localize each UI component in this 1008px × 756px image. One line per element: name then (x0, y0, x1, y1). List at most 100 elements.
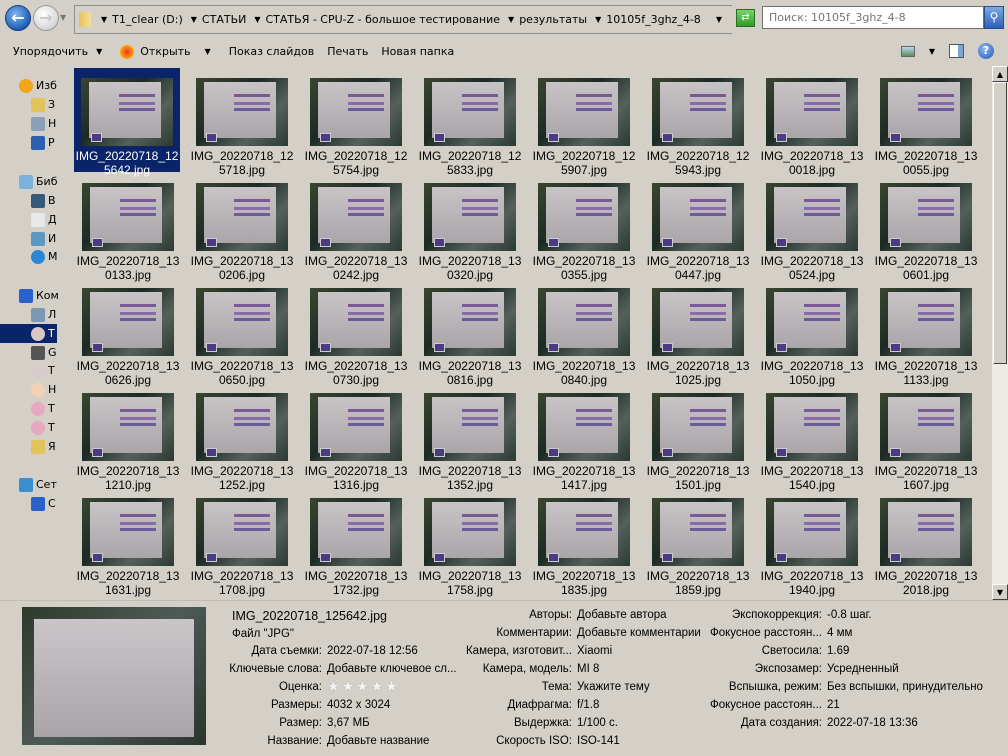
search-icon[interactable]: ⚲ (984, 6, 1004, 29)
property-value[interactable]: 1.69 (827, 645, 849, 657)
breadcrumb-item[interactable]: ▼ результаты (508, 13, 587, 26)
breadcrumb-item[interactable]: ▼ T1_clear (D:) (101, 13, 183, 26)
sidebar-item[interactable]: Я (31, 437, 70, 456)
sidebar-item[interactable]: Р (31, 133, 70, 152)
chevron-down-icon[interactable]: ▼ (101, 15, 107, 24)
file-item[interactable]: IMG_20220718_12 5943.jpg (644, 68, 752, 177)
sidebar-item[interactable]: М (31, 247, 70, 266)
file-item[interactable]: IMG_20220718_13 1607.jpg (872, 383, 980, 492)
back-button[interactable]: ← (5, 5, 31, 31)
search-input[interactable] (762, 6, 984, 29)
file-item[interactable]: IMG_20220718_12 5754.jpg (302, 68, 410, 177)
change-view-button[interactable]: ▼ (900, 45, 935, 57)
file-item[interactable]: IMG_20220718_13 1050.jpg (758, 278, 866, 387)
print-button[interactable]: Печать (327, 45, 368, 58)
property-value[interactable]: 1/100 с. (577, 717, 618, 729)
slideshow-button[interactable]: Показ слайдов (229, 45, 315, 58)
scrollbar-thumb[interactable] (993, 82, 1007, 364)
refresh-button[interactable]: ⇄ (736, 9, 755, 27)
file-item[interactable]: IMG_20220718_13 0447.jpg (644, 173, 752, 282)
file-item[interactable]: IMG_20220718_13 0524.jpg (758, 173, 866, 282)
property-value[interactable]: 4 мм (827, 627, 852, 639)
property-value[interactable]: Усредненный (827, 663, 899, 675)
file-item[interactable]: IMG_20220718_13 1025.jpg (644, 278, 752, 387)
sidebar-item[interactable]: Изб (19, 76, 70, 95)
sidebar-item[interactable]: Т (31, 399, 70, 418)
new-folder-button[interactable]: Новая папка (381, 45, 454, 58)
sidebar-item[interactable]: Ком (19, 286, 70, 305)
file-item[interactable]: IMG_20220718_13 0355.jpg (530, 173, 638, 282)
file-item[interactable]: IMG_20220718_13 1210.jpg (74, 383, 182, 492)
address-bar[interactable]: ▼ T1_clear (D:) ▼ СТАТЬИ ▼ СТАТЬЯ - CPU-Z - б… (74, 5, 732, 34)
file-item[interactable]: IMG_20220718_13 1133.jpg (872, 278, 980, 387)
file-item[interactable]: IMG_20220718_13 1540.jpg (758, 383, 866, 492)
file-item[interactable]: IMG_20220718_12 5642.jpg (74, 68, 180, 177)
file-item[interactable]: IMG_20220718_13 0018.jpg (758, 68, 866, 177)
file-item[interactable]: IMG_20220718_13 1501.jpg (644, 383, 752, 492)
sidebar-item[interactable]: G (31, 343, 70, 362)
recent-pages-dropdown[interactable]: ▼ (60, 13, 66, 22)
sidebar-item[interactable]: Биб (19, 172, 70, 191)
file-item[interactable]: IMG_20220718_13 1732.jpg (302, 488, 410, 597)
property-value[interactable]: 3,67 МБ (327, 717, 370, 729)
sidebar-item[interactable]: Т (0, 324, 57, 343)
file-item[interactable]: IMG_20220718_13 1417.jpg (530, 383, 638, 492)
property-value[interactable]: 21 (827, 699, 840, 711)
file-item[interactable]: IMG_20220718_12 5833.jpg (416, 68, 524, 177)
file-item[interactable]: IMG_20220718_13 1940.jpg (758, 488, 866, 597)
sidebar-item[interactable]: Сет (19, 475, 70, 494)
file-item[interactable]: IMG_20220718_13 1859.jpg (644, 488, 752, 597)
sidebar-item[interactable]: З (31, 95, 70, 114)
file-item[interactable]: IMG_20220718_13 1352.jpg (416, 383, 524, 492)
vertical-scrollbar[interactable]: ▲ ▼ (992, 66, 1008, 600)
property-value[interactable]: -0.8 шаг. (827, 609, 872, 621)
star-icon[interactable]: ★ (356, 678, 371, 694)
file-item[interactable]: IMG_20220718_12 5907.jpg (530, 68, 638, 177)
sidebar-item[interactable]: Д (31, 210, 70, 229)
star-icon[interactable]: ★ (342, 678, 357, 694)
file-item[interactable]: IMG_20220718_13 1316.jpg (302, 383, 410, 492)
chevron-down-icon[interactable]: ▼ (508, 15, 514, 24)
file-item[interactable]: IMG_20220718_13 0650.jpg (188, 278, 296, 387)
open-button[interactable]: Открыть ▼ (120, 44, 211, 59)
organize-button[interactable]: Упорядочить ▼ (13, 45, 102, 58)
file-item[interactable]: IMG_20220718_13 0320.jpg (416, 173, 524, 282)
sidebar-item[interactable]: Н (31, 380, 70, 399)
breadcrumb-item[interactable]: ▼ СТАТЬЯ - CPU-Z - большое тестирование (254, 13, 500, 26)
property-value[interactable]: f/1.8 (577, 699, 599, 711)
file-item[interactable]: IMG_20220718_13 1708.jpg (188, 488, 296, 597)
forward-button[interactable]: → (33, 5, 59, 31)
scroll-down-button[interactable]: ▼ (992, 584, 1008, 600)
sidebar-item[interactable]: Т (31, 418, 70, 437)
chevron-down-icon[interactable]: ▼ (595, 15, 601, 24)
file-item[interactable]: IMG_20220718_13 1631.jpg (74, 488, 182, 597)
breadcrumb-item[interactable]: ▼ СТАТЬИ (191, 13, 247, 26)
property-value[interactable]: Без вспышки, принудительно (827, 681, 983, 693)
file-item[interactable]: IMG_20220718_12 5718.jpg (188, 68, 296, 177)
star-icon[interactable]: ★ (327, 678, 342, 694)
chevron-down-icon[interactable]: ▼ (254, 15, 260, 24)
file-item[interactable]: IMG_20220718_13 1252.jpg (188, 383, 296, 492)
file-item[interactable]: IMG_20220718_13 0626.jpg (74, 278, 182, 387)
file-item[interactable]: IMG_20220718_13 0730.jpg (302, 278, 410, 387)
scroll-up-button[interactable]: ▲ (992, 66, 1008, 82)
file-item[interactable]: IMG_20220718_13 2018.jpg (872, 488, 980, 597)
sidebar-item[interactable]: Л (31, 305, 70, 324)
sidebar-item[interactable]: В (31, 191, 70, 210)
file-item[interactable]: IMG_20220718_13 0242.jpg (302, 173, 410, 282)
sidebar-item[interactable]: Н (31, 114, 70, 133)
preview-pane-icon[interactable] (949, 44, 964, 58)
property-value[interactable]: ISO-141 (577, 735, 620, 747)
chevron-down-icon[interactable]: ▼ (191, 15, 197, 24)
sidebar-item[interactable]: Т (31, 361, 70, 380)
file-item[interactable]: IMG_20220718_13 0840.jpg (530, 278, 638, 387)
sidebar-item[interactable]: С (31, 494, 70, 513)
file-item[interactable]: IMG_20220718_13 0816.jpg (416, 278, 524, 387)
address-history-dropdown[interactable]: ▼ (716, 15, 722, 24)
help-icon[interactable]: ? (978, 43, 994, 59)
file-item[interactable]: IMG_20220718_13 1835.jpg (530, 488, 638, 597)
sidebar-item[interactable]: И (31, 229, 70, 248)
file-item[interactable]: IMG_20220718_13 0601.jpg (872, 173, 980, 282)
file-item[interactable]: IMG_20220718_13 1758.jpg (416, 488, 524, 597)
file-item[interactable]: IMG_20220718_13 0133.jpg (74, 173, 182, 282)
